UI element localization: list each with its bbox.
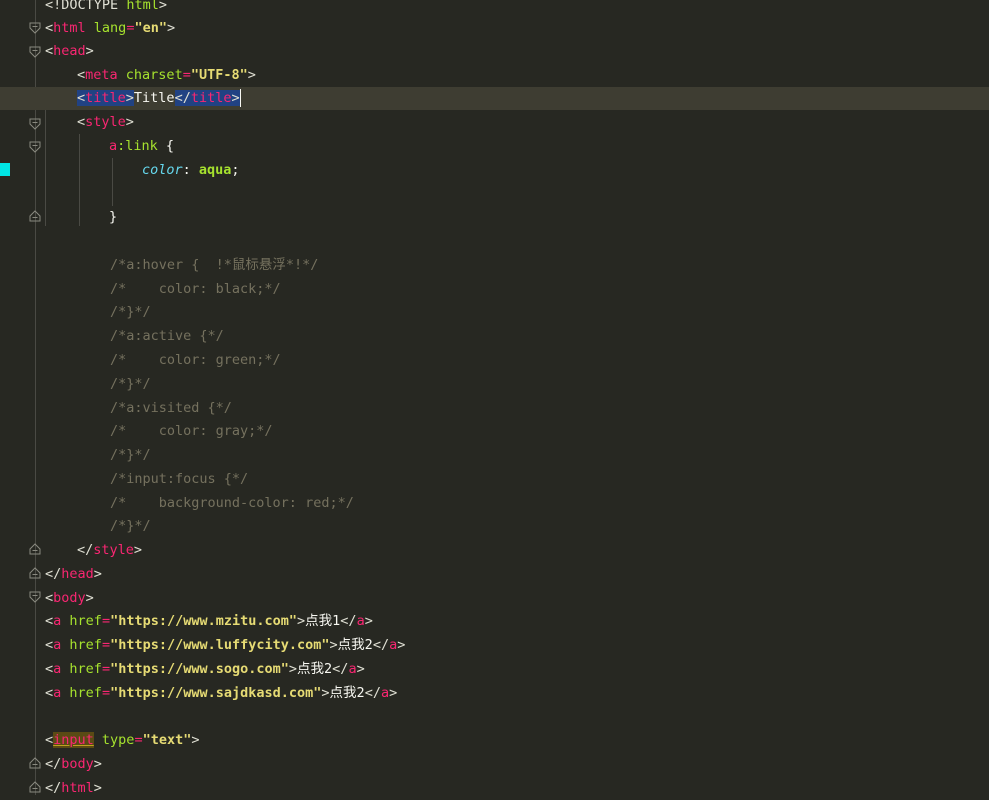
code-line[interactable]: <style> — [77, 111, 134, 134]
indent-guide — [79, 134, 80, 226]
comment-line[interactable]: /*a:hover { !*鼠标悬浮*!*/ — [110, 254, 318, 277]
code-line[interactable]: <meta charset="UTF-8"> — [77, 64, 256, 87]
comment-line[interactable]: /*input:focus {*/ — [110, 468, 248, 491]
code-line[interactable]: </style> — [77, 539, 142, 562]
code-line[interactable]: <head> — [45, 40, 94, 63]
code-line[interactable]: </html> — [45, 777, 102, 800]
fold-open-icon[interactable] — [29, 118, 41, 130]
fold-close-icon[interactable] — [29, 567, 41, 579]
code-line[interactable]: </head> — [45, 563, 102, 586]
code-line[interactable]: a:link { — [109, 135, 174, 158]
comment-line[interactable]: /*}*/ — [110, 444, 151, 467]
text-caret — [239, 89, 241, 107]
code-line[interactable]: } — [109, 206, 117, 229]
code-editor[interactable]: <!DOCTYPE html> <html lang="en"> <head> … — [0, 0, 989, 796]
comment-line[interactable]: /*}*/ — [110, 301, 151, 324]
warning-highlight: input — [53, 732, 94, 748]
code-line-selected[interactable]: <title>Title</title> — [77, 87, 241, 110]
code-line[interactable]: <body> — [45, 587, 94, 610]
fold-close-icon[interactable] — [29, 210, 41, 222]
fold-close-icon[interactable] — [29, 781, 41, 793]
comment-line[interactable]: /* color: black;*/ — [110, 278, 281, 301]
comment-line[interactable]: /* color: green;*/ — [110, 349, 281, 372]
fold-open-icon[interactable] — [29, 141, 41, 153]
code-line-link[interactable]: <a href="https://www.luffycity.com">点我2<… — [45, 634, 405, 657]
code-line-link[interactable]: <a href="https://www.mzitu.com">点我1</a> — [45, 610, 373, 633]
fold-close-icon[interactable] — [29, 543, 41, 555]
code-line[interactable]: color: aqua; — [142, 159, 240, 182]
change-marker — [0, 163, 10, 176]
code-line[interactable]: </body> — [45, 753, 102, 776]
code-line-link[interactable]: <a href="https://www.sogo.com">点我2</a> — [45, 658, 365, 681]
indent-guide — [112, 158, 113, 206]
fold-open-icon[interactable] — [29, 22, 41, 34]
fold-open-icon[interactable] — [29, 591, 41, 603]
fold-open-icon[interactable] — [29, 46, 41, 58]
indent-guide — [45, 110, 46, 226]
code-line[interactable]: <html lang="en"> — [45, 17, 175, 40]
comment-line[interactable]: /*a:active {*/ — [110, 325, 224, 348]
comment-line[interactable]: /*}*/ — [110, 373, 151, 396]
code-line[interactable]: <!DOCTYPE html> — [45, 0, 167, 17]
code-line[interactable]: <input type="text"> — [45, 729, 200, 752]
comment-line[interactable]: /* background-color: red;*/ — [110, 492, 354, 515]
comment-line[interactable]: /*}*/ — [110, 515, 151, 538]
comment-line[interactable]: /*a:visited {*/ — [110, 397, 232, 420]
code-line-link[interactable]: <a href="https://www.sajdkasd.com">点我2</… — [45, 682, 397, 705]
comment-line[interactable]: /* color: gray;*/ — [110, 420, 273, 443]
fold-close-icon[interactable] — [29, 757, 41, 769]
